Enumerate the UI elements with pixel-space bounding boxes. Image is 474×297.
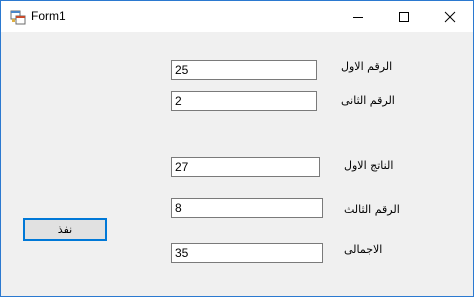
execute-button[interactable]: نفذ [23, 218, 107, 241]
total-input[interactable]: 35 [171, 243, 323, 263]
third-number-input[interactable]: 8 [171, 198, 323, 218]
maximize-icon [399, 11, 409, 22]
form-client-area: 25 الرقم الاول 2 الرقم الثانى 27 الناتج … [1, 32, 473, 296]
app-icon[interactable] [10, 9, 26, 25]
second-number-label: الرقم الثانى [341, 94, 395, 107]
close-button[interactable] [427, 1, 473, 32]
second-number-input[interactable]: 2 [171, 91, 317, 111]
first-result-input[interactable]: 27 [171, 157, 320, 177]
third-number-label: الرقم الثالث [344, 203, 400, 216]
window-title: Form1 [31, 9, 66, 23]
total-label: الاجمالى [344, 243, 383, 256]
first-result-label: الناتج الاول [344, 159, 394, 172]
close-icon [444, 11, 456, 22]
maximize-button[interactable] [381, 1, 427, 32]
title-bar[interactable]: Form1 [1, 1, 473, 32]
minimize-icon [353, 16, 363, 18]
minimize-button[interactable] [335, 1, 381, 32]
first-number-input[interactable]: 25 [171, 60, 317, 80]
first-number-label: الرقم الاول [341, 60, 393, 73]
form-window: Form1 25 الرقم الاول 2 الرقم الثانى 27 ا… [0, 0, 474, 297]
